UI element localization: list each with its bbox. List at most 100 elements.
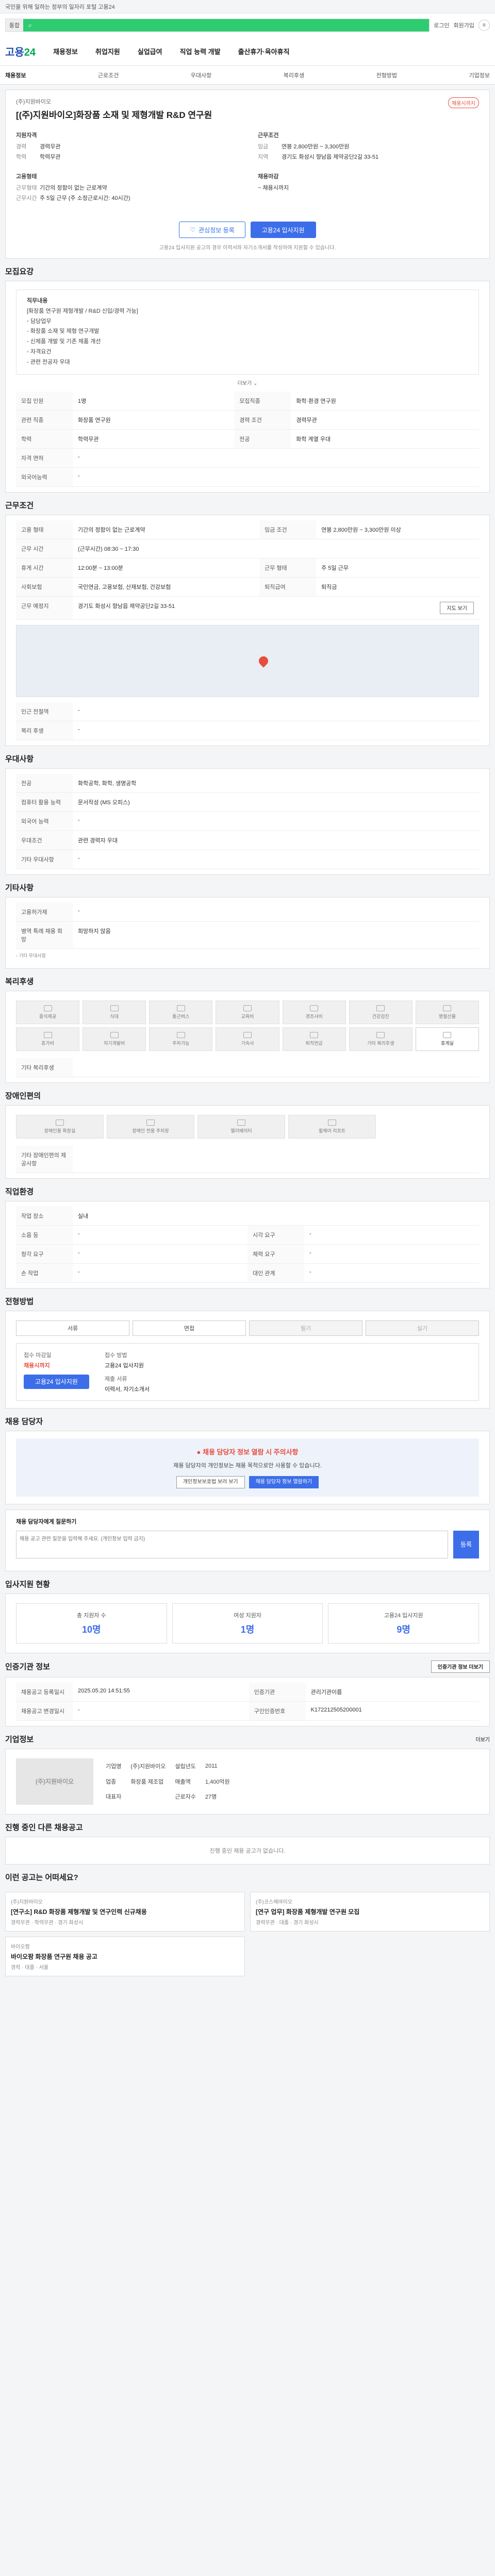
kv-value: 학력무관 xyxy=(40,154,61,160)
table-row: 소음 등 - 시각 요구 - xyxy=(16,1225,479,1245)
gnb-item-leave[interactable]: 출산휴가·육아휴직 xyxy=(238,46,290,56)
tab-conditions[interactable]: 근로조건 xyxy=(98,71,119,79)
privacy-law-button[interactable]: 개인정보보호법 보러 보기 xyxy=(176,1476,245,1488)
cell-value: 1,400억원 xyxy=(205,1778,230,1785)
disabled-heading: 장애인편의 xyxy=(0,1082,495,1105)
cell-key: 구인인증번호 xyxy=(249,1701,306,1721)
other-heading: 기타사항 xyxy=(0,874,495,897)
tab-recruit[interactable]: 채용정보 xyxy=(5,71,26,79)
recommend-card[interactable]: (주)코스메바이오 [연구 업무] 화장품 제형개발 연구원 모집 경력무관 · 대… xyxy=(250,1891,490,1931)
cell-value: 문서작성 (MS 오피스) xyxy=(73,792,479,812)
location-map[interactable] xyxy=(16,624,479,697)
cell-key: 임금 조건 xyxy=(259,520,317,539)
cell-value: 경력무관 xyxy=(291,410,479,430)
process-heading: 전형방법 xyxy=(0,1288,495,1311)
recommend-card[interactable]: (주)지원바이오 [연구소] R&D 화장품 제형개발 및 연구인력 신규채용 경력… xyxy=(5,1891,245,1931)
cell-key: 컴퓨터 활용 능력 xyxy=(16,792,73,812)
welfare-item: 명절선물 xyxy=(415,1000,479,1024)
cell-key: 채용공고 등록일시 xyxy=(16,1682,73,1702)
gnb-item-benefit[interactable]: 실업급여 xyxy=(138,46,162,56)
search-input[interactable]: ⌕ xyxy=(23,19,430,31)
cell-key: 휴게 시간 xyxy=(16,558,73,578)
stat-value: 9명 xyxy=(397,1624,410,1635)
tab-process[interactable]: 전형방법 xyxy=(376,71,397,79)
gnb-item-jobs[interactable]: 채용정보 xyxy=(53,46,78,56)
welfare-item: 기숙사 xyxy=(216,1027,279,1051)
cell-key: 근무 시간 xyxy=(16,539,73,558)
kv-key: 근무시간 xyxy=(16,195,37,201)
recommend-card[interactable]: 바이오팜 바이오팜 화장품 연구원 채용 공고 경력 · 대졸 · 서울 xyxy=(5,1936,245,1976)
search-scope-select[interactable]: 통합 xyxy=(6,19,23,31)
recruit-line: ◦ 담당업무 xyxy=(27,318,52,325)
apply-button-2[interactable]: 고용24 입사지원 xyxy=(24,1374,89,1389)
cell-key: 기업명 xyxy=(106,1764,122,1770)
scrap-button[interactable]: ♡ 관심정보 등록 xyxy=(179,222,245,238)
cell-key: 자격 면허 xyxy=(16,448,73,468)
deadline-value: ~ 채용시까지 xyxy=(258,185,289,191)
table-row: 채용공고 등록일시 2025.05.20 14:51:55 인증기관 관리기관이름 xyxy=(16,1682,479,1702)
cell-value: 화장품 연구원 xyxy=(73,410,235,430)
apply-method: 접수 방법 고용24 입사지원 제출 서류 이력서, 자기소개서 xyxy=(105,1351,150,1393)
cell-key: 설립년도 xyxy=(175,1764,196,1770)
rec-title: [연구 업무] 화장품 제형개발 연구원 모집 xyxy=(256,1908,360,1916)
welfare-item: 기타 복리후생 xyxy=(349,1027,412,1051)
job-actions: ♡ 관심정보 등록 고용24 입사지원 xyxy=(6,214,489,241)
related-empty: 진행 중인 채용 공고가 없습니다. xyxy=(5,1836,490,1865)
table-row: 학력 학력무관 전공 화학 계열 우대 xyxy=(16,429,479,449)
qa-submit-button[interactable]: 등록 xyxy=(453,1530,479,1558)
gnb-item-support[interactable]: 취업지원 xyxy=(95,46,120,56)
detail-tabs: 채용정보 근로조건 우대사항 복리후생 전형방법 기업정보 xyxy=(0,66,495,84)
step-practical: 실기 xyxy=(366,1320,479,1336)
table-row: 우대조건 관련 경력자 우대 xyxy=(16,831,479,850)
cell-key: 병역 특례 채용 희망 xyxy=(16,921,73,949)
tab-welfare[interactable]: 복리후생 xyxy=(284,71,304,79)
company-more-link[interactable]: 더보기 xyxy=(475,1735,490,1743)
chevron-down-icon: ⌄ xyxy=(253,380,258,386)
gnb-item-training[interactable]: 직업 능력 개발 xyxy=(180,46,221,56)
recruit-line: ◦ 자격요건 xyxy=(27,348,52,355)
search-box[interactable]: 통합 ⌕ xyxy=(5,19,430,32)
qa-textarea[interactable] xyxy=(16,1530,448,1558)
tab-company[interactable]: 기업정보 xyxy=(469,71,489,79)
environment-heading: 직업환경 xyxy=(0,1178,495,1201)
summary-deadline: 채용마감 ~ 채용시까지 xyxy=(258,172,479,204)
heart-icon: ♡ xyxy=(190,226,196,233)
tab-preference[interactable]: 우대사항 xyxy=(191,71,211,79)
environment-section: 작업 장소 실내 소음 등 - 시각 요구 - 청각 요구 - 체력 요구 - 손 작업 - 대인… xyxy=(5,1200,490,1289)
pref-section: 전공 화학공학, 화학, 생명공학 컴퓨터 활용 능력 문서작성 (MS 오피스) … xyxy=(5,768,490,875)
kv-value: 경기도 화성시 향남읍 제약공단2길 33-51 xyxy=(282,154,379,160)
view-contact-button[interactable]: 채용 담당자 정보 열람하기 xyxy=(249,1476,319,1488)
welfare-label: 명절선물 xyxy=(438,1013,456,1019)
job-header: (주)지원바이오 [(주)지원바이오]화장품 소재 및 제형개발 R&D 연구원… xyxy=(6,90,489,126)
welfare-label: 휴게실 xyxy=(441,1040,454,1046)
cell-key: 손 작업 xyxy=(16,1263,73,1283)
apply-deadline-value: 채용시까지 xyxy=(24,1362,50,1369)
stat-label: 여성 지원자 xyxy=(234,1612,261,1619)
register-link[interactable]: 회원가입 xyxy=(454,21,474,29)
login-link[interactable]: 로그인 xyxy=(434,21,449,29)
welfare-item: 퇴직연금 xyxy=(282,1027,346,1051)
reg-more-button[interactable]: 인증기관 정보 더보기 xyxy=(431,1660,490,1673)
welfare-label: 중식제공 xyxy=(39,1013,57,1019)
apply-button[interactable]: 고용24 입사지원 xyxy=(250,222,316,238)
disabled-etc-table: 기타 장애인편의 제공사항 xyxy=(16,1145,479,1173)
summary-requirements: 지원자격 경력 경력무관 학력 학력무관 xyxy=(16,131,237,163)
company-heading: 기업정보 xyxy=(5,1735,34,1744)
recruit-more-link[interactable]: 더보기 ⌄ xyxy=(16,377,479,392)
lounge-icon xyxy=(443,1031,452,1038)
cell-key: 외국어능력 xyxy=(16,467,73,487)
welfare-label: 식대 xyxy=(110,1013,119,1019)
rec-title: [연구소] R&D 화장품 제형개발 및 연구인력 신규채용 xyxy=(11,1908,147,1916)
company-heading-row: 기업정보 더보기 xyxy=(0,1726,495,1749)
menu-icon[interactable]: ≡ xyxy=(478,20,490,31)
map-button[interactable]: 지도 보기 xyxy=(440,601,474,614)
cell-key: 학력 xyxy=(16,429,73,449)
table-row: 모집 인원 1명 모집직종 화학·환경 연구원 xyxy=(16,391,479,411)
table-row: 청각 요구 - 체력 요구 - xyxy=(16,1244,479,1264)
welfare-item: 식대 xyxy=(82,1000,146,1024)
cell-key: 대표자 xyxy=(106,1793,122,1800)
scrap-label: 관심정보 등록 xyxy=(199,226,235,234)
cell-value: 퇴직금 xyxy=(316,577,479,597)
other-table: 고용허가제 - 병역 특례 채용 희망 희망하지 않음 xyxy=(16,902,479,949)
site-logo[interactable]: 고용24 xyxy=(5,44,36,59)
